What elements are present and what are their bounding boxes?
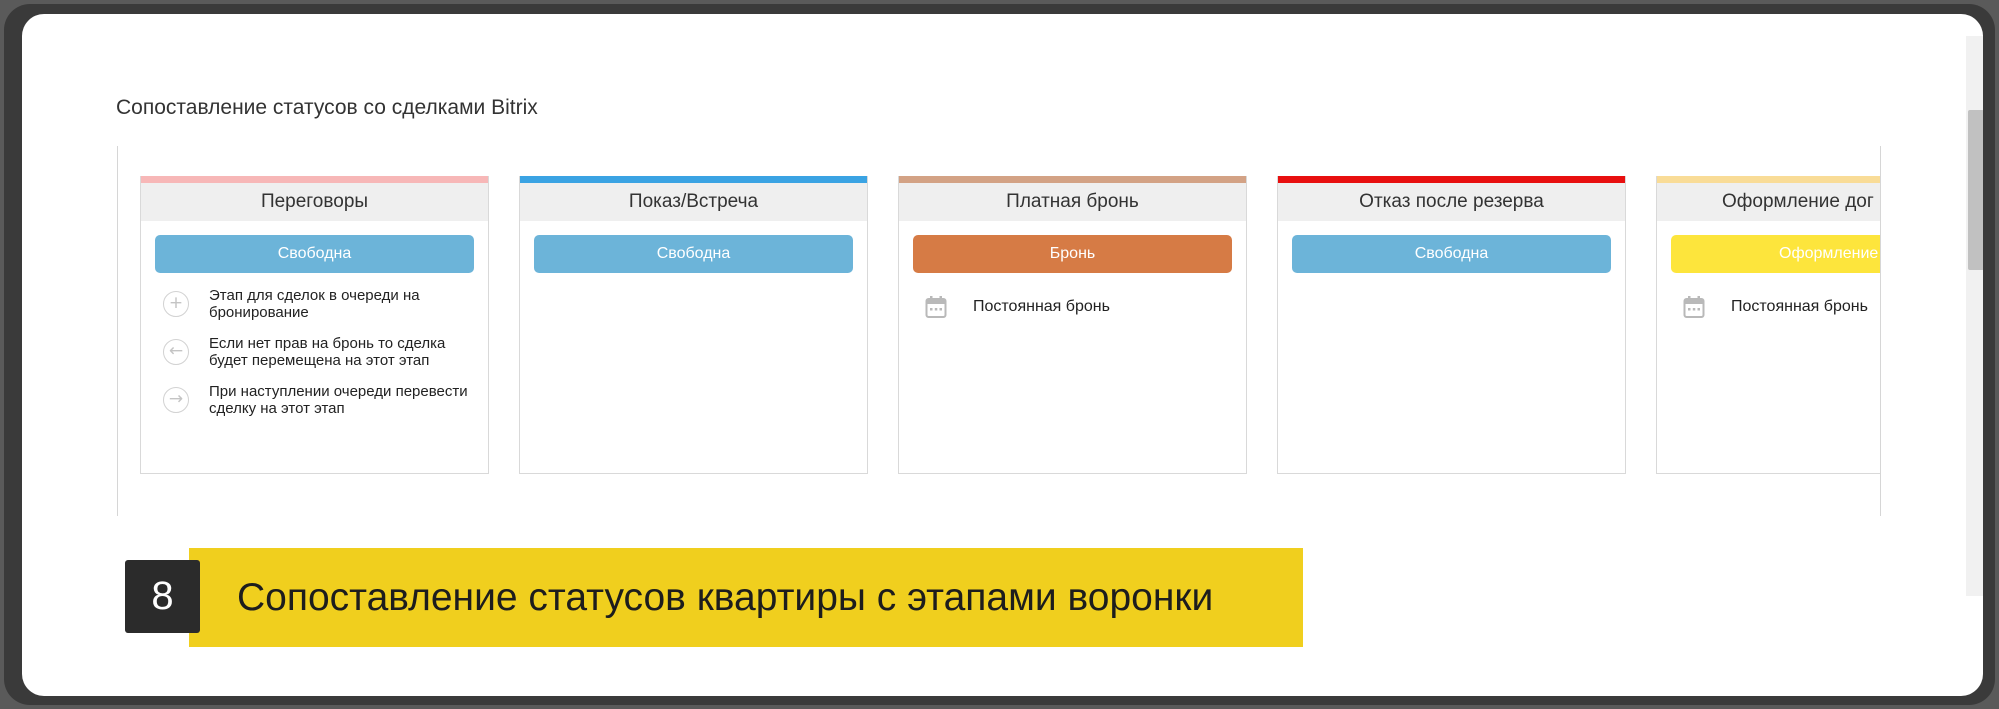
- permanent-booking-note[interactable]: Постоянная бронь: [899, 295, 1246, 319]
- stage-column-negotiations: Переговоры Свободна + Этап для сделок в …: [140, 176, 489, 474]
- stage-color-bar: [1657, 176, 1880, 183]
- status-pill[interactable]: Свободна: [155, 235, 474, 273]
- stage-column-showing: Показ/Встреча Свободна: [519, 176, 868, 474]
- stage-color-bar: [1278, 176, 1625, 183]
- option-text: При наступлении очереди перевести сделку…: [209, 383, 468, 417]
- option-queue-turn-stage[interactable]: → При наступлении очереди перевести сдел…: [141, 383, 488, 417]
- option-no-rights-stage[interactable]: ← Если нет прав на бронь то сделка будет…: [141, 335, 488, 369]
- section-title: Сопоставление статусов со сделками Bitri…: [116, 96, 538, 119]
- arrow-left-circle-icon[interactable]: ←: [163, 339, 189, 365]
- note-text: Постоянная бронь: [1731, 298, 1868, 315]
- stage-options: + Этап для сделок в очереди на бронирова…: [141, 287, 488, 417]
- stage-color-bar: [899, 176, 1246, 183]
- option-queue-stage[interactable]: + Этап для сделок в очереди на бронирова…: [141, 287, 488, 321]
- option-text: Если нет прав на бронь то сделка будет п…: [209, 335, 446, 369]
- stage-title: Платная бронь: [899, 183, 1246, 221]
- stage-title: Переговоры: [141, 183, 488, 221]
- status-pill[interactable]: Свободна: [1292, 235, 1611, 273]
- caption-number-badge: 8: [125, 560, 200, 633]
- device-frame: Сопоставление статусов со сделками Bitri…: [4, 4, 1995, 705]
- stage-column-refusal-after-reserve: Отказ после резерва Свободна: [1277, 176, 1626, 474]
- option-text: Этап для сделок в очереди на бронировани…: [209, 287, 420, 321]
- screen: Сопоставление статусов со сделками Bitri…: [22, 14, 1983, 696]
- vertical-scrollbar[interactable]: [1966, 36, 1983, 596]
- status-pill[interactable]: Бронь: [913, 235, 1232, 273]
- status-pill[interactable]: Оформление: [1671, 235, 1880, 273]
- plus-circle-icon[interactable]: +: [163, 291, 189, 317]
- caption-text: Сопоставление статусов квартиры с этапам…: [189, 548, 1303, 647]
- status-pill[interactable]: Свободна: [534, 235, 853, 273]
- calendar-icon: [1683, 296, 1705, 318]
- scrollbar-thumb[interactable]: [1968, 110, 1983, 270]
- note-text: Постоянная бронь: [973, 298, 1110, 315]
- stage-column-paid-booking: Платная бронь Бронь Постоянная бронь: [898, 176, 1247, 474]
- stage-color-bar: [520, 176, 867, 183]
- stage-title: Показ/Встреча: [520, 183, 867, 221]
- stage-title: Оформление дог: [1657, 183, 1880, 221]
- stage-color-bar: [141, 176, 488, 183]
- stage-column-contract-registration: Оформление дог Оформление Постоянная бро…: [1656, 176, 1880, 474]
- calendar-icon: [925, 296, 947, 318]
- stage-title: Отказ после резерва: [1278, 183, 1625, 221]
- status-mapping-board[interactable]: Переговоры Свободна + Этап для сделок в …: [117, 146, 1881, 516]
- arrow-right-circle-icon[interactable]: →: [163, 387, 189, 413]
- permanent-booking-note[interactable]: Постоянная бронь: [1657, 295, 1880, 319]
